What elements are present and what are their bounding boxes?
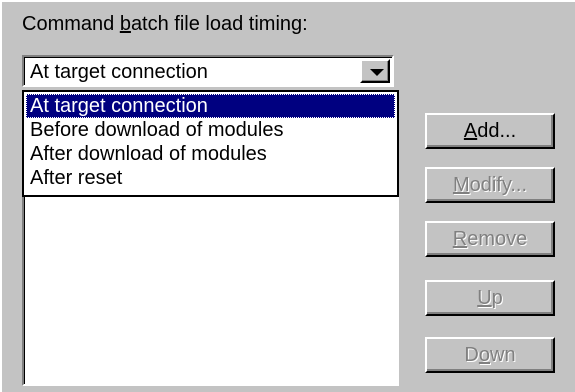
- panel-top-edge: [0, 0, 575, 2]
- panel-left-edge: [0, 0, 2, 392]
- chevron-down-icon: [370, 69, 384, 76]
- load-timing-dropdown-button[interactable]: [360, 59, 390, 83]
- load-timing-dropdown-list[interactable]: At target connection Before download of …: [22, 90, 399, 197]
- load-timing-combobox[interactable]: At target connection: [22, 55, 394, 87]
- dropdown-option-at-target-connection[interactable]: At target connection: [26, 94, 395, 118]
- down-button[interactable]: Down: [425, 337, 555, 373]
- modify-button[interactable]: Modify...: [425, 167, 555, 203]
- dropdown-option-after-download[interactable]: After download of modules: [26, 142, 395, 166]
- dropdown-option-after-reset[interactable]: After reset: [26, 166, 395, 190]
- command-batch-timing-label: Command batch file load timing:: [22, 13, 308, 35]
- remove-button[interactable]: Remove: [425, 221, 555, 257]
- add-button[interactable]: Add...: [425, 113, 555, 149]
- dropdown-option-before-download[interactable]: Before download of modules: [26, 118, 395, 142]
- load-timing-combobox-value: At target connection: [30, 61, 208, 83]
- command-batch-panel: Command batch file load timing: At targe…: [0, 0, 575, 392]
- up-button[interactable]: Up: [425, 280, 555, 316]
